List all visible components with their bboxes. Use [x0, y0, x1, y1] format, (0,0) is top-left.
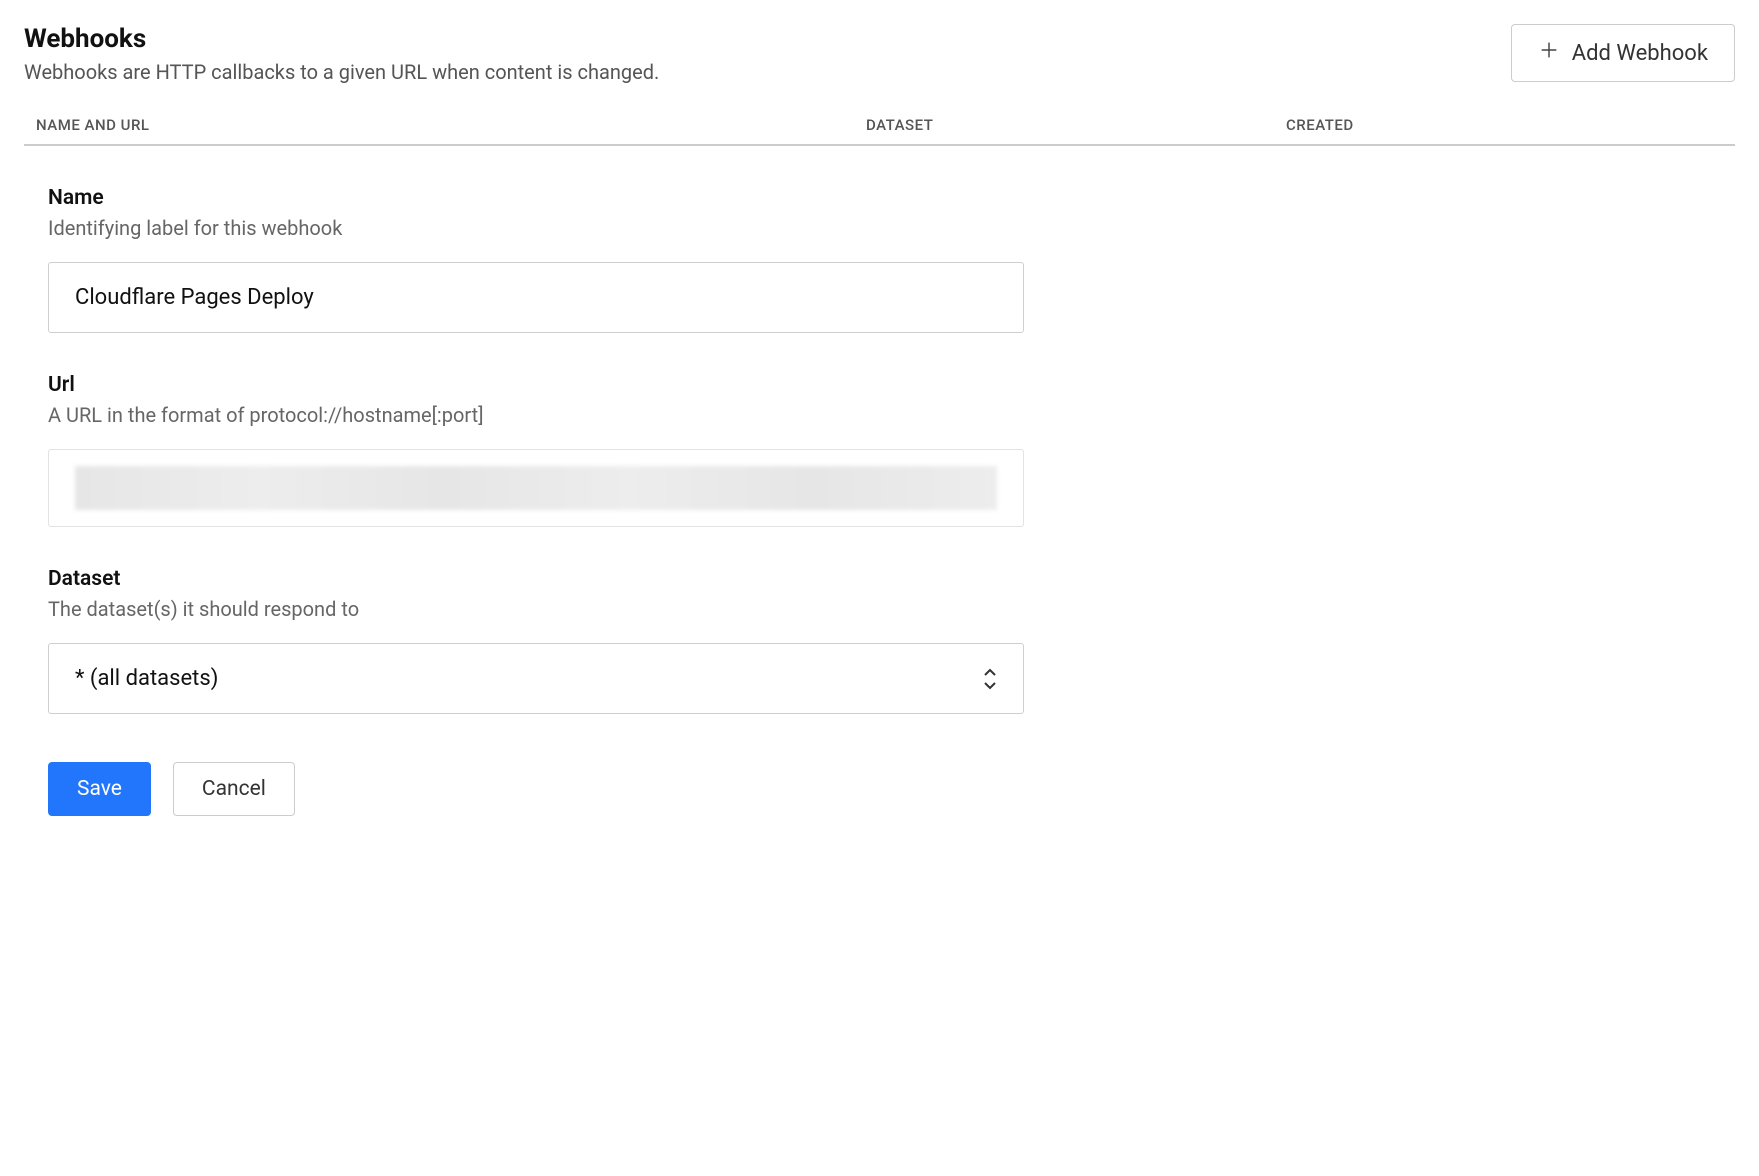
dataset-select[interactable]: * (all datasets) — [48, 643, 1024, 714]
save-button[interactable]: Save — [48, 762, 151, 816]
name-label: Name — [48, 186, 1024, 210]
column-name-url: NAME AND URL — [36, 116, 866, 134]
table-header: NAME AND URL DATASET CREATED — [24, 116, 1735, 146]
cancel-button[interactable]: Cancel — [173, 762, 295, 816]
page-title: Webhooks — [24, 24, 659, 54]
column-dataset: DATASET — [866, 116, 1286, 134]
url-input[interactable] — [48, 449, 1024, 527]
page-subtitle: Webhooks are HTTP callbacks to a given U… — [24, 60, 659, 84]
plus-icon — [1538, 39, 1560, 67]
url-help: A URL in the format of protocol://hostna… — [48, 403, 1024, 427]
name-help: Identifying label for this webhook — [48, 216, 1024, 240]
add-webhook-label: Add Webhook — [1572, 41, 1708, 66]
url-redacted-content — [75, 466, 997, 510]
dataset-help: The dataset(s) it should respond to — [48, 597, 1024, 621]
add-webhook-button[interactable]: Add Webhook — [1511, 24, 1735, 82]
url-label: Url — [48, 373, 1024, 397]
dataset-label: Dataset — [48, 567, 1024, 591]
column-created: CREATED — [1286, 116, 1735, 134]
name-input[interactable] — [48, 262, 1024, 333]
